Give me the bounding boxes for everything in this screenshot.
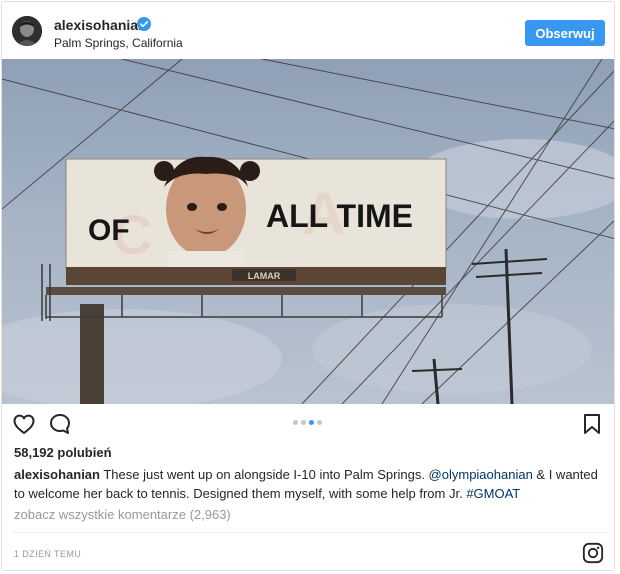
caption-mention[interactable]: @olympiaohanian xyxy=(429,467,533,482)
carousel-dot-active xyxy=(309,420,314,425)
billboard-text-left: OF xyxy=(88,214,130,247)
location-link[interactable]: Palm Springs, California xyxy=(54,36,183,50)
carousel-dot xyxy=(293,420,298,425)
carousel-dot xyxy=(301,420,306,425)
follow-button[interactable]: Obserwuj xyxy=(525,20,605,46)
caption-text-1: These just went up on alongside I-10 int… xyxy=(99,467,429,482)
caption-username[interactable]: alexisohanian xyxy=(14,467,100,482)
heart-icon[interactable] xyxy=(12,412,36,436)
post-actions xyxy=(2,404,614,442)
avatar[interactable] xyxy=(12,16,42,46)
username-link[interactable]: alexisohanian xyxy=(54,17,147,33)
view-all-comments-link[interactable]: zobacz wszystkie komentarze (2,963) xyxy=(14,507,231,522)
instagram-icon[interactable] xyxy=(582,542,604,564)
caption-hashtag[interactable]: #GMOAT xyxy=(466,486,520,501)
billboard-brand: LAMAR xyxy=(248,271,281,281)
bookmark-icon[interactable] xyxy=(580,412,604,436)
billboard-text-right: ALL TIME xyxy=(266,198,413,234)
post-photo[interactable]: LAMAR C A OF ALL TIME xyxy=(2,59,614,404)
instagram-post-card: alexisohanian Palm Springs, California O… xyxy=(1,1,615,571)
likes-count[interactable]: 58,192 polubień xyxy=(14,445,112,460)
post-caption: alexisohanian These just went up on alon… xyxy=(14,465,610,503)
comment-icon[interactable] xyxy=(48,412,72,436)
carousel-dot xyxy=(317,420,322,425)
verified-badge-icon xyxy=(137,17,151,31)
carousel-indicator xyxy=(293,420,325,426)
post-header: alexisohanian Palm Springs, California O… xyxy=(2,2,614,59)
divider xyxy=(12,532,606,533)
post-timestamp[interactable]: 1 DZIEŃ TEMU xyxy=(14,549,81,559)
